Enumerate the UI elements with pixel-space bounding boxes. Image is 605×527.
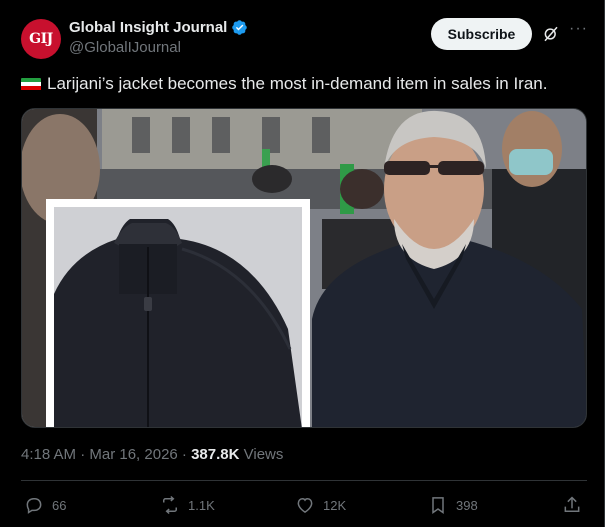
share-button[interactable] <box>562 495 582 515</box>
media-photo <box>22 109 586 427</box>
author-name-row[interactable]: Global Insight Journal <box>69 19 248 36</box>
tweet-meta: 4:18 AM · Mar 16, 2026 · 387.8K Views <box>21 446 283 463</box>
bookmark-button[interactable]: 398 <box>428 495 478 515</box>
more-icon[interactable]: ··· <box>569 21 587 40</box>
bookmark-icon <box>432 497 444 514</box>
views-count: 387.8K <box>191 446 240 463</box>
repost-count: 1.1K <box>188 497 215 513</box>
heart-icon <box>297 497 313 513</box>
avatar-text: GIJ <box>29 31 53 47</box>
tweet-text-row: Larijani’s jacket becomes the most in-de… <box>21 74 547 94</box>
tweet-card: GIJ Global Insight Journal @GlobalIJourn… <box>0 0 605 527</box>
share-icon <box>564 496 580 512</box>
like-count: 12K <box>323 497 347 513</box>
tweet-media[interactable] <box>21 108 587 428</box>
reply-count: 66 <box>52 497 67 513</box>
reply-button[interactable]: 66 <box>24 495 66 515</box>
timestamp[interactable]: 4:18 AM · Mar 16, 2026 · <box>21 446 191 463</box>
tweet-text: Larijani’s jacket becomes the most in-de… <box>47 74 548 93</box>
reply-icon <box>26 498 42 514</box>
grok-icon[interactable] <box>542 25 560 43</box>
verified-badge-icon <box>232 20 248 35</box>
repost-icon <box>163 495 177 515</box>
views-label: Views <box>239 446 284 463</box>
avatar[interactable]: GIJ <box>21 19 61 59</box>
divider <box>21 480 587 481</box>
display-name[interactable]: Global Insight Journal <box>69 19 227 36</box>
subscribe-button[interactable]: Subscribe <box>431 18 532 50</box>
like-button[interactable]: 12K <box>295 495 346 515</box>
iran-flag-icon <box>21 77 41 91</box>
bookmark-count: 398 <box>456 497 478 513</box>
repost-button[interactable]: 1.1K <box>160 495 215 515</box>
handle[interactable]: @GlobalIJournal <box>69 39 181 56</box>
